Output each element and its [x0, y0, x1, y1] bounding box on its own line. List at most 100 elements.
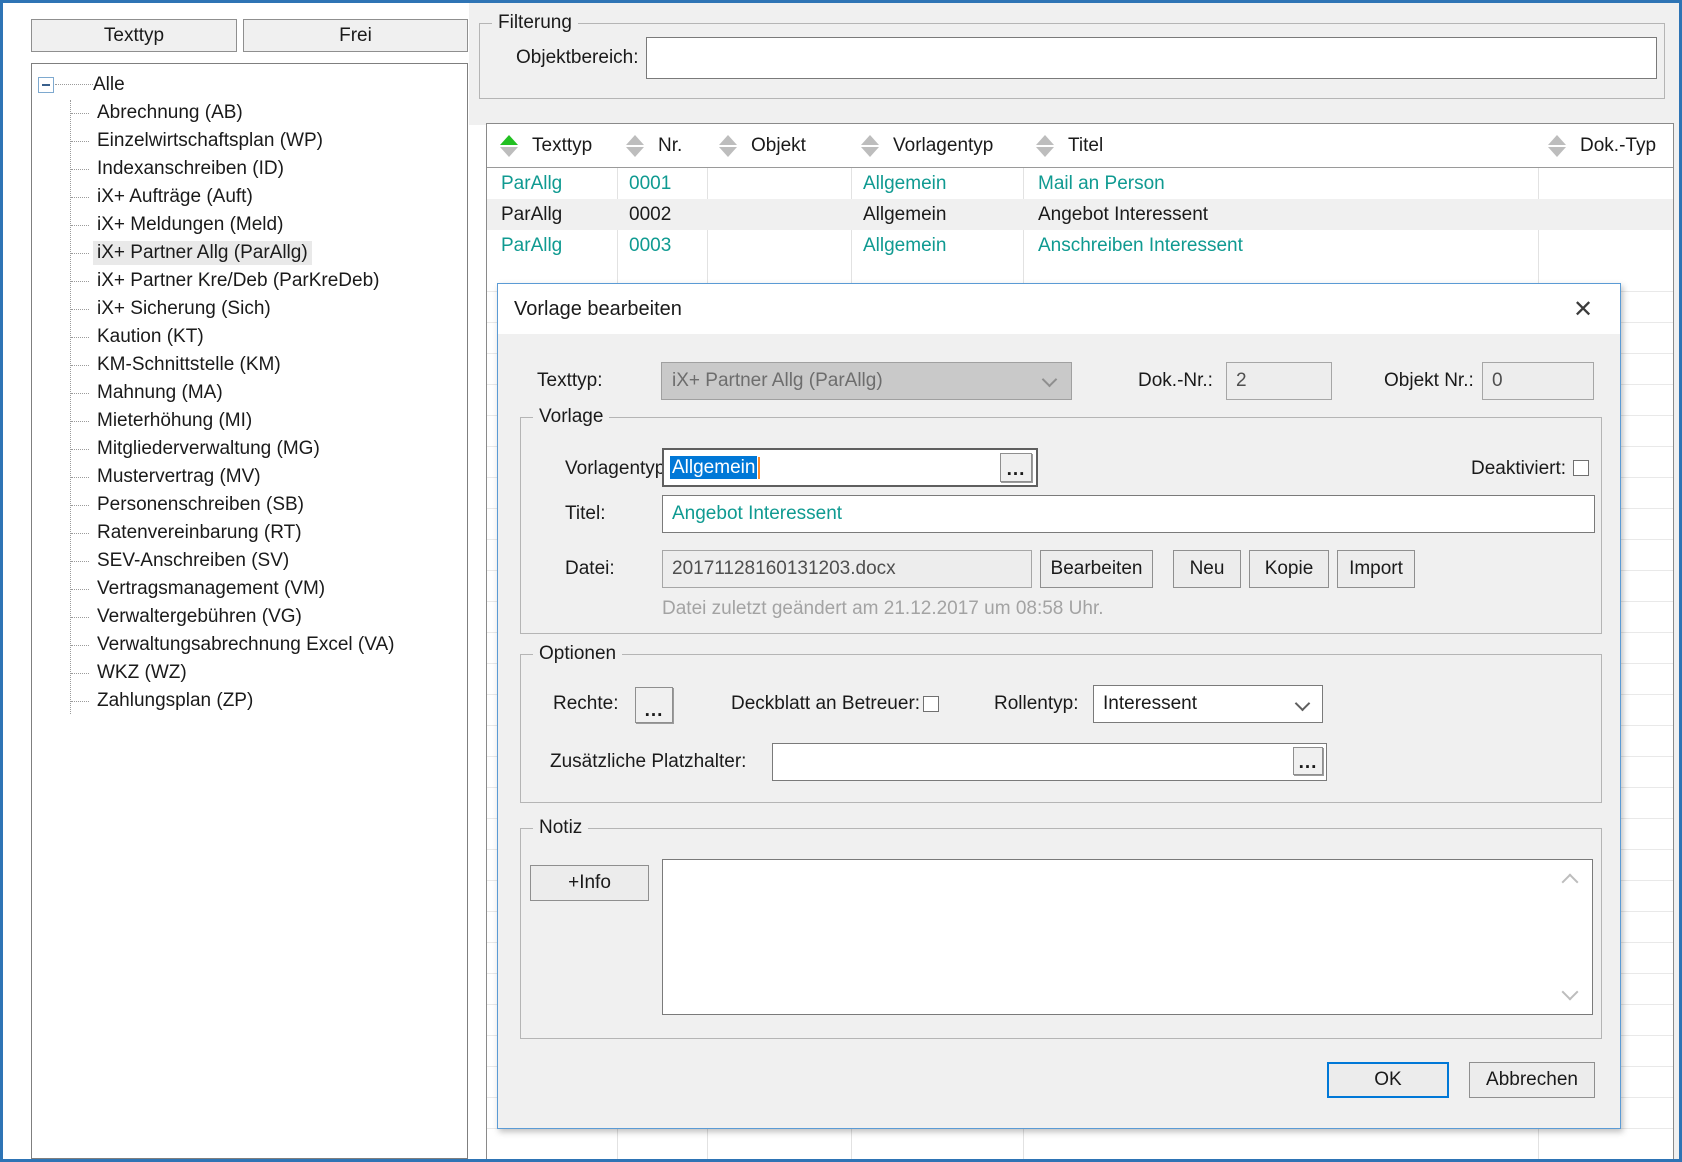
- neu-button[interactable]: Neu: [1173, 550, 1241, 588]
- vorlagentyp-input[interactable]: Allgemein ...: [662, 448, 1038, 487]
- tree-item-personenschreiben[interactable]: Personenschreiben (SB): [32, 491, 467, 519]
- minus-expander-icon[interactable]: [38, 77, 54, 93]
- table-row[interactable]: ParAllg 0001 Allgemein Mail an Person: [487, 168, 1673, 199]
- notiz-textarea[interactable]: [662, 859, 1593, 1015]
- vorlage-group: Vorlage Vorlagentyp: Allgemein ... Deakt…: [520, 417, 1602, 634]
- tree-item-kaution[interactable]: Kaution (KT): [32, 323, 467, 351]
- platzhalter-label: Zusätzliche Platzhalter:: [550, 743, 746, 781]
- tree-item-ratenvereinbarung[interactable]: Ratenvereinbarung (RT): [32, 519, 467, 547]
- tree-item-mitgliederverwaltung[interactable]: Mitgliederverwaltung (MG): [32, 435, 467, 463]
- texttyp-tree: Alle Abrechnung (AB) Einzelwirtschaftspl…: [31, 63, 468, 1159]
- dok-nr-input[interactable]: 2: [1226, 362, 1332, 400]
- frei-tab-button[interactable]: Frei: [243, 19, 468, 52]
- tree-item-km-schnittstelle[interactable]: KM-Schnittstelle (KM): [32, 351, 467, 379]
- rollentyp-label: Rollentyp:: [994, 685, 1079, 723]
- chevron-down-icon: [1295, 696, 1311, 712]
- header-objekt[interactable]: Objekt: [719, 124, 806, 168]
- tree-item-vertragsmanagement[interactable]: Vertragsmanagement (VM): [32, 575, 467, 603]
- vorlagentyp-ellipsis-button[interactable]: ...: [1000, 453, 1032, 482]
- tree-item-einzelwirtschaftsplan[interactable]: Einzelwirtschaftsplan (WP): [32, 127, 467, 155]
- filterung-group-label: Filterung: [492, 12, 578, 34]
- datei-note: Datei zuletzt geändert am 21.12.2017 um …: [662, 594, 1104, 624]
- tree-item-ix-meldungen[interactable]: iX+ Meldungen (Meld): [32, 211, 467, 239]
- titel-input[interactable]: Angebot Interessent: [662, 495, 1595, 533]
- vorlagentyp-selected-text: Allgemein: [670, 456, 757, 479]
- tree-item-verwaltungsabrechnung[interactable]: Verwaltungsabrechnung Excel (VA): [32, 631, 467, 659]
- objekt-nr-label: Objekt Nr.:: [1384, 362, 1474, 400]
- deaktiviert-label: Deaktiviert:: [1471, 450, 1566, 487]
- texttyp-tab-label: Texttyp: [104, 25, 164, 47]
- tree-item-mahnung[interactable]: Mahnung (MA): [32, 379, 467, 407]
- table-header: Texttyp Nr. Objekt Vorlagentyp Titel Dok…: [487, 124, 1673, 168]
- sort-diamond-icon: [1036, 135, 1054, 157]
- close-icon[interactable]: ✕: [1568, 294, 1598, 324]
- tree-root-label: Alle: [93, 74, 125, 96]
- notiz-group-label: Notiz: [533, 817, 588, 839]
- tree-item-ix-partner-kredeb[interactable]: iX+ Partner Kre/Deb (ParKreDeb): [32, 267, 467, 295]
- tree-item-sev-anschreiben[interactable]: SEV-Anschreiben (SV): [32, 547, 467, 575]
- header-texttyp[interactable]: Texttyp: [500, 124, 592, 168]
- ok-button[interactable]: OK: [1327, 1062, 1449, 1098]
- sort-diamond-icon: [861, 135, 879, 157]
- import-button[interactable]: Import: [1337, 550, 1415, 588]
- header-nr[interactable]: Nr.: [626, 124, 682, 168]
- chevron-down-icon: [1042, 372, 1058, 388]
- deaktiviert-checkbox[interactable]: [1573, 460, 1589, 476]
- datei-input[interactable]: 20171128160131203.docx: [662, 550, 1032, 588]
- tree-item-ix-auftraege[interactable]: iX+ Aufträge (Auft): [32, 183, 467, 211]
- tree-item-mustervertrag[interactable]: Mustervertrag (MV): [32, 463, 467, 491]
- bearbeiten-button[interactable]: Bearbeiten: [1040, 550, 1153, 588]
- header-dok-typ[interactable]: Dok.-Typ: [1548, 124, 1656, 168]
- tree-item-mieterhoehung[interactable]: Mieterhöhung (MI): [32, 407, 467, 435]
- vorlage-group-label: Vorlage: [533, 406, 609, 428]
- frei-tab-label: Frei: [339, 25, 372, 47]
- info-button[interactable]: +Info: [530, 865, 649, 901]
- rollentyp-dropdown[interactable]: Interessent: [1093, 685, 1323, 723]
- tree-item-verwaltergebuehren[interactable]: Verwaltergebühren (VG): [32, 603, 467, 631]
- deckblatt-label: Deckblatt an Betreuer:: [731, 685, 920, 723]
- objekt-nr-input[interactable]: 0: [1482, 362, 1594, 400]
- objektbereich-input[interactable]: [646, 37, 1657, 79]
- app-window: Texttyp Frei Alle Abrechnung (AB) Einzel…: [0, 0, 1682, 1162]
- optionen-group: Optionen Rechte: ... Deckblatt an Betreu…: [520, 654, 1602, 803]
- dialog-titlebar[interactable]: Vorlage bearbeiten ✕: [498, 284, 1620, 334]
- optionen-group-label: Optionen: [533, 643, 622, 665]
- kopie-button[interactable]: Kopie: [1249, 550, 1329, 588]
- scroll-up-icon[interactable]: [1562, 874, 1579, 891]
- table-row[interactable]: ParAllg 0003 Allgemein Anschreiben Inter…: [487, 230, 1673, 261]
- sort-diamond-icon: [719, 135, 737, 157]
- platzhalter-ellipsis-button[interactable]: ...: [1293, 747, 1323, 775]
- texttyp-combobox[interactable]: iX+ Partner Allg (ParAllg): [661, 362, 1072, 400]
- sort-asc-icon: [500, 135, 518, 157]
- right-edge-strip: [1674, 125, 1679, 1159]
- tree-root-alle[interactable]: Alle: [32, 70, 467, 100]
- deckblatt-checkbox[interactable]: [923, 696, 939, 712]
- text-caret: [758, 457, 760, 479]
- tree-item-ix-sicherung[interactable]: iX+ Sicherung (Sich): [32, 295, 467, 323]
- filterung-group: Filterung Objektbereich:: [479, 23, 1665, 99]
- tree-item-abrechnung[interactable]: Abrechnung (AB): [32, 99, 467, 127]
- sort-diamond-icon: [1548, 135, 1566, 157]
- texttyp-label: Texttyp:: [537, 362, 602, 400]
- objektbereich-label: Objektbereich:: [516, 37, 639, 79]
- scroll-down-icon[interactable]: [1562, 984, 1579, 1001]
- vorlage-bearbeiten-dialog: Vorlage bearbeiten ✕ Texttyp: iX+ Partne…: [497, 283, 1621, 1129]
- texttyp-tab-button[interactable]: Texttyp: [31, 19, 237, 52]
- rechte-label: Rechte:: [553, 685, 618, 723]
- tree-item-indexanschreiben[interactable]: Indexanschreiben (ID): [32, 155, 467, 183]
- dialog-title: Vorlage bearbeiten: [514, 298, 682, 321]
- rechte-ellipsis-button[interactable]: ...: [635, 687, 673, 723]
- abbrechen-button[interactable]: Abbrechen: [1469, 1062, 1595, 1098]
- header-vorlagentyp[interactable]: Vorlagentyp: [861, 124, 993, 168]
- sort-diamond-icon: [626, 135, 644, 157]
- dok-nr-label: Dok.-Nr.:: [1138, 362, 1213, 400]
- tree-item-ix-partner-allg[interactable]: iX+ Partner Allg (ParAllg): [32, 239, 467, 267]
- header-titel[interactable]: Titel: [1036, 124, 1103, 168]
- titel-label: Titel:: [565, 495, 605, 533]
- tree-item-zahlungsplan[interactable]: Zahlungsplan (ZP): [32, 687, 467, 715]
- notiz-group: Notiz +Info: [520, 828, 1602, 1039]
- datei-label: Datei:: [565, 550, 615, 588]
- tree-item-wkz[interactable]: WKZ (WZ): [32, 659, 467, 687]
- platzhalter-input[interactable]: ...: [772, 743, 1327, 781]
- table-row[interactable]: ParAllg 0002 Allgemein Angebot Interesse…: [487, 199, 1673, 230]
